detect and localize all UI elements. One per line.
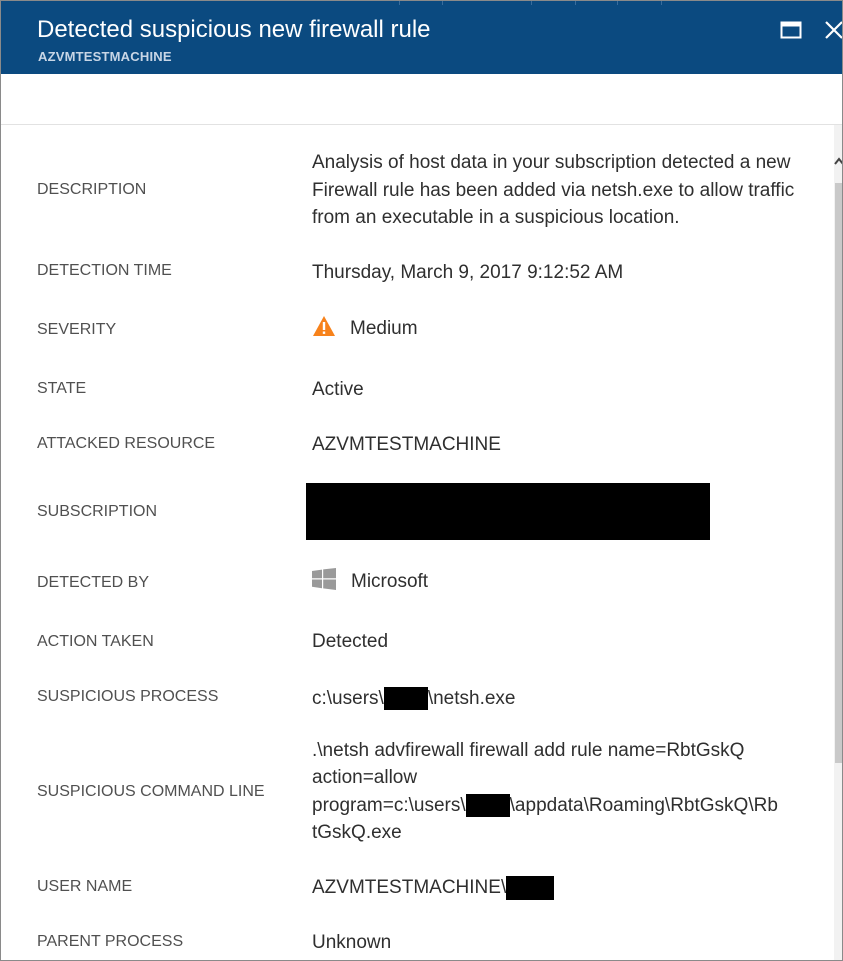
blade-title: Detected suspicious new firewall rule — [37, 16, 431, 43]
detected-by-text: Microsoft — [351, 571, 429, 592]
subscription-label: SUBSCRIPTION — [37, 503, 158, 520]
maximize-button[interactable] — [780, 19, 802, 41]
maximize-icon — [780, 21, 802, 39]
attacked-resource-label: ATTACKED RESOURCE — [37, 435, 216, 452]
header-divider — [617, 1, 618, 5]
parent-process-label: PARENT PROCESS — [37, 933, 184, 950]
severity-value: Medium — [312, 315, 418, 343]
action-taken-value: Detected — [312, 631, 389, 652]
state-label: STATE — [37, 380, 87, 397]
blade-subtitle: AZVMTESTMACHINE — [38, 49, 172, 64]
header-divider — [661, 1, 662, 5]
command-line-line-3-prefix: program=c:\users\ — [312, 795, 466, 816]
close-button[interactable] — [822, 17, 842, 43]
command-line-line-3-suffix: \appdata\Roaming\RbtGskQ\Rb — [509, 795, 778, 816]
vertical-scrollbar[interactable] — [834, 125, 842, 960]
redacted-username — [465, 794, 510, 818]
header-divider — [399, 1, 400, 5]
description-label: DESCRIPTION — [37, 181, 147, 198]
user-name-prefix: AZVMTESTMACHINE\ — [312, 877, 507, 898]
windows-logo-icon — [312, 567, 336, 590]
suspicious-process-label: SUSPICIOUS PROCESS — [37, 688, 219, 705]
warning-icon — [313, 315, 335, 336]
attacked-resource-value: AZVMTESTMACHINE — [312, 434, 501, 455]
close-icon — [825, 21, 842, 39]
blade-command-bar — [1, 74, 842, 125]
suspicious-process-value: c:\users\ \netsh.exe — [312, 685, 515, 713]
command-line-line-3: program=c:\users\ \appdata\Roaming\RbtGsk… — [312, 792, 778, 820]
description-value: Analysis of host data in your subscripti… — [312, 152, 795, 228]
severity-text: Medium — [350, 318, 418, 339]
chevron-up-icon — [834, 157, 842, 165]
user-name-label: USER NAME — [37, 878, 133, 895]
user-name-value: AZVMTESTMACHINE\ — [312, 874, 555, 902]
detection-time-label: DETECTION TIME — [37, 262, 172, 279]
scrollbar-thumb[interactable] — [835, 183, 842, 763]
blade-header: Detected suspicious new firewall rule AZ… — [1, 1, 842, 74]
header-divider — [531, 1, 532, 5]
detected-by-value: Microsoft — [312, 567, 429, 596]
scroll-up-arrow-icon[interactable] — [834, 155, 842, 169]
parent-process-value: Unknown — [312, 932, 392, 953]
detection-time-value: Thursday, March 9, 2017 9:12:52 AM — [312, 262, 624, 283]
severity-label: SEVERITY — [37, 321, 117, 338]
action-taken-label: ACTION TAKEN — [37, 633, 154, 650]
command-line-line-4: tGskQ.exe — [312, 822, 402, 843]
header-divider — [575, 1, 576, 5]
alert-details-blade: Detected suspicious new firewall rule AZ… — [0, 0, 843, 961]
detected-by-label: DETECTED BY — [37, 574, 150, 591]
state-value: Active — [312, 379, 364, 400]
command-line-line-1: .\netsh advfirewall firewall add rule na… — [312, 740, 745, 761]
suspicious-process-suffix: \netsh.exe — [427, 688, 516, 709]
suspicious-command-line-label: SUSPICIOUS COMMAND LINE — [37, 783, 265, 800]
suspicious-process-prefix: c:\users\ — [312, 688, 384, 709]
details-panel: DESCRIPTION Analysis of host data in you… — [1, 125, 834, 960]
header-divider — [442, 1, 443, 5]
subscription-redacted-value — [306, 483, 710, 540]
redacted-username — [506, 875, 555, 900]
redacted-username — [383, 687, 428, 711]
command-line-line-2: action=allow — [312, 767, 418, 788]
